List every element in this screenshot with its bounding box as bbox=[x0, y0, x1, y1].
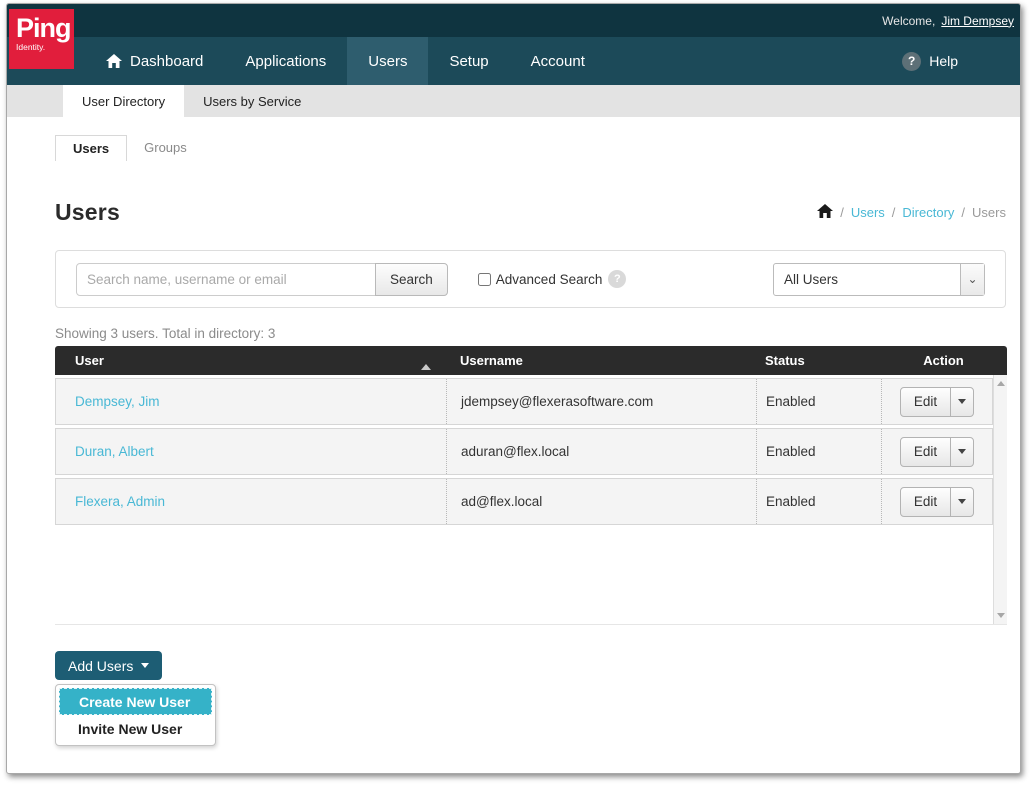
page-title: Users bbox=[55, 199, 120, 226]
user-filter-value: All Users bbox=[774, 272, 960, 287]
edit-split-button: Edit bbox=[900, 487, 974, 517]
search-button[interactable]: Search bbox=[375, 263, 448, 296]
column-header-action: Action bbox=[880, 353, 1007, 368]
table-scrollbar[interactable] bbox=[993, 375, 1007, 624]
users-table: User Username Status Action Dempsey, Jim bbox=[55, 346, 1007, 625]
status-cell: Enabled bbox=[766, 444, 816, 459]
edit-button[interactable]: Edit bbox=[901, 438, 950, 466]
sort-ascending-icon bbox=[421, 364, 431, 370]
table-row: Flexera, Admin ad@flex.local Enabled Edi… bbox=[55, 478, 993, 525]
menu-item-create-new-user[interactable]: Create New User bbox=[59, 688, 212, 715]
nav-item-applications[interactable]: Applications bbox=[224, 37, 347, 85]
caret-down-icon bbox=[141, 663, 149, 668]
username-cell: aduran@flex.local bbox=[461, 444, 569, 459]
caret-down-icon bbox=[958, 499, 966, 504]
status-cell: Enabled bbox=[766, 494, 816, 509]
secondary-tabstrip: Users Groups bbox=[55, 135, 1006, 161]
help-button[interactable]: ? Help bbox=[902, 37, 958, 85]
tab-label: Groups bbox=[144, 140, 187, 155]
search-input[interactable] bbox=[76, 263, 376, 296]
scroll-down-icon[interactable] bbox=[994, 608, 1007, 623]
table-row: Dempsey, Jim jdempsey@flexerasoftware.co… bbox=[55, 378, 993, 425]
ping-identity-logo[interactable]: Ping Identity. bbox=[9, 9, 74, 69]
edit-dropdown-toggle[interactable] bbox=[950, 488, 973, 516]
breadcrumb-home-icon[interactable] bbox=[817, 204, 833, 221]
tab-groups[interactable]: Groups bbox=[127, 135, 204, 161]
breadcrumb-link-directory[interactable]: Directory bbox=[902, 205, 954, 220]
breadcrumb-separator: / bbox=[961, 205, 965, 220]
tab-users-by-service[interactable]: Users by Service bbox=[184, 85, 320, 117]
tab-user-directory[interactable]: User Directory bbox=[63, 85, 184, 117]
add-users-button[interactable]: Add Users bbox=[55, 651, 162, 680]
top-utility-bar: Welcome, Jim Dempsey bbox=[7, 4, 1020, 37]
edit-button[interactable]: Edit bbox=[901, 388, 950, 416]
edit-dropdown-toggle[interactable] bbox=[950, 438, 973, 466]
nav-item-label: Users bbox=[368, 53, 407, 70]
chevron-down-icon: ⌄ bbox=[960, 264, 984, 295]
scroll-up-icon[interactable] bbox=[994, 376, 1007, 391]
caret-down-icon bbox=[958, 399, 966, 404]
user-link[interactable]: Dempsey, Jim bbox=[75, 394, 160, 409]
table-body: Dempsey, Jim jdempsey@flexerasoftware.co… bbox=[55, 375, 1007, 625]
menu-item-invite-new-user[interactable]: Invite New User bbox=[56, 715, 215, 742]
user-link[interactable]: Duran, Albert bbox=[75, 444, 154, 459]
breadcrumb-link-users[interactable]: Users bbox=[851, 205, 885, 220]
logo-text-ping: Ping bbox=[16, 15, 74, 42]
breadcrumb-separator: / bbox=[892, 205, 896, 220]
column-header-status[interactable]: Status bbox=[755, 353, 880, 368]
edit-split-button: Edit bbox=[900, 437, 974, 467]
nav-item-setup[interactable]: Setup bbox=[428, 37, 509, 85]
add-users-menu: Create New User Invite New User bbox=[55, 684, 216, 746]
main-navbar: Ping Identity. Dashboard Applications Us… bbox=[7, 37, 1020, 85]
column-header-username[interactable]: Username bbox=[445, 353, 755, 368]
tab-label: User Directory bbox=[82, 94, 165, 109]
advanced-search-checkbox[interactable] bbox=[478, 273, 491, 286]
table-header-row: User Username Status Action bbox=[55, 346, 1007, 375]
logo-text-identity: Identity. bbox=[16, 43, 74, 52]
help-question-icon: ? bbox=[902, 52, 921, 71]
column-header-user[interactable]: User bbox=[55, 353, 445, 368]
user-filter-select[interactable]: All Users ⌄ bbox=[773, 263, 985, 296]
page-content: Users Groups Users / Users / Directory /… bbox=[7, 135, 1020, 680]
user-link[interactable]: Flexera, Admin bbox=[75, 494, 165, 509]
breadcrumb-separator: / bbox=[840, 205, 844, 220]
edit-button[interactable]: Edit bbox=[901, 488, 950, 516]
table-row: Duran, Albert aduran@flex.local Enabled … bbox=[55, 428, 993, 475]
advanced-search-help-icon[interactable]: ? bbox=[608, 270, 626, 288]
tab-users[interactable]: Users bbox=[55, 135, 127, 161]
primary-tabstrip: User Directory Users by Service bbox=[7, 85, 1020, 117]
nav-item-label: Account bbox=[531, 53, 585, 70]
advanced-search-toggle: Advanced Search bbox=[478, 272, 603, 287]
title-row: Users / Users / Directory / Users bbox=[55, 199, 1006, 226]
add-users-section: Add Users Create New User Invite New Use… bbox=[55, 651, 235, 680]
app-window: Welcome, Jim Dempsey Ping Identity. Dash… bbox=[6, 3, 1021, 774]
nav-item-dashboard[interactable]: Dashboard bbox=[85, 37, 224, 85]
caret-down-icon bbox=[958, 449, 966, 454]
advanced-search-label: Advanced Search bbox=[496, 272, 603, 287]
breadcrumb-current: Users bbox=[972, 205, 1006, 220]
nav-item-label: Dashboard bbox=[130, 53, 203, 70]
results-summary: Showing 3 users. Total in directory: 3 bbox=[55, 326, 1006, 341]
breadcrumb: / Users / Directory / Users bbox=[817, 204, 1006, 221]
status-cell: Enabled bbox=[766, 394, 816, 409]
nav-item-label: Setup bbox=[449, 53, 488, 70]
username-cell: ad@flex.local bbox=[461, 494, 542, 509]
nav-item-account[interactable]: Account bbox=[510, 37, 606, 85]
edit-dropdown-toggle[interactable] bbox=[950, 388, 973, 416]
nav-item-label: Applications bbox=[245, 53, 326, 70]
current-user-link[interactable]: Jim Dempsey bbox=[941, 14, 1014, 28]
edit-split-button: Edit bbox=[900, 387, 974, 417]
tab-label: Users bbox=[73, 141, 109, 156]
search-panel: Search Advanced Search ? All Users ⌄ bbox=[55, 250, 1006, 308]
tab-label: Users by Service bbox=[203, 94, 301, 109]
help-label: Help bbox=[929, 53, 958, 69]
nav-item-users[interactable]: Users bbox=[347, 37, 428, 85]
welcome-label: Welcome, bbox=[882, 14, 935, 28]
home-icon bbox=[106, 54, 122, 68]
username-cell: jdempsey@flexerasoftware.com bbox=[461, 394, 653, 409]
